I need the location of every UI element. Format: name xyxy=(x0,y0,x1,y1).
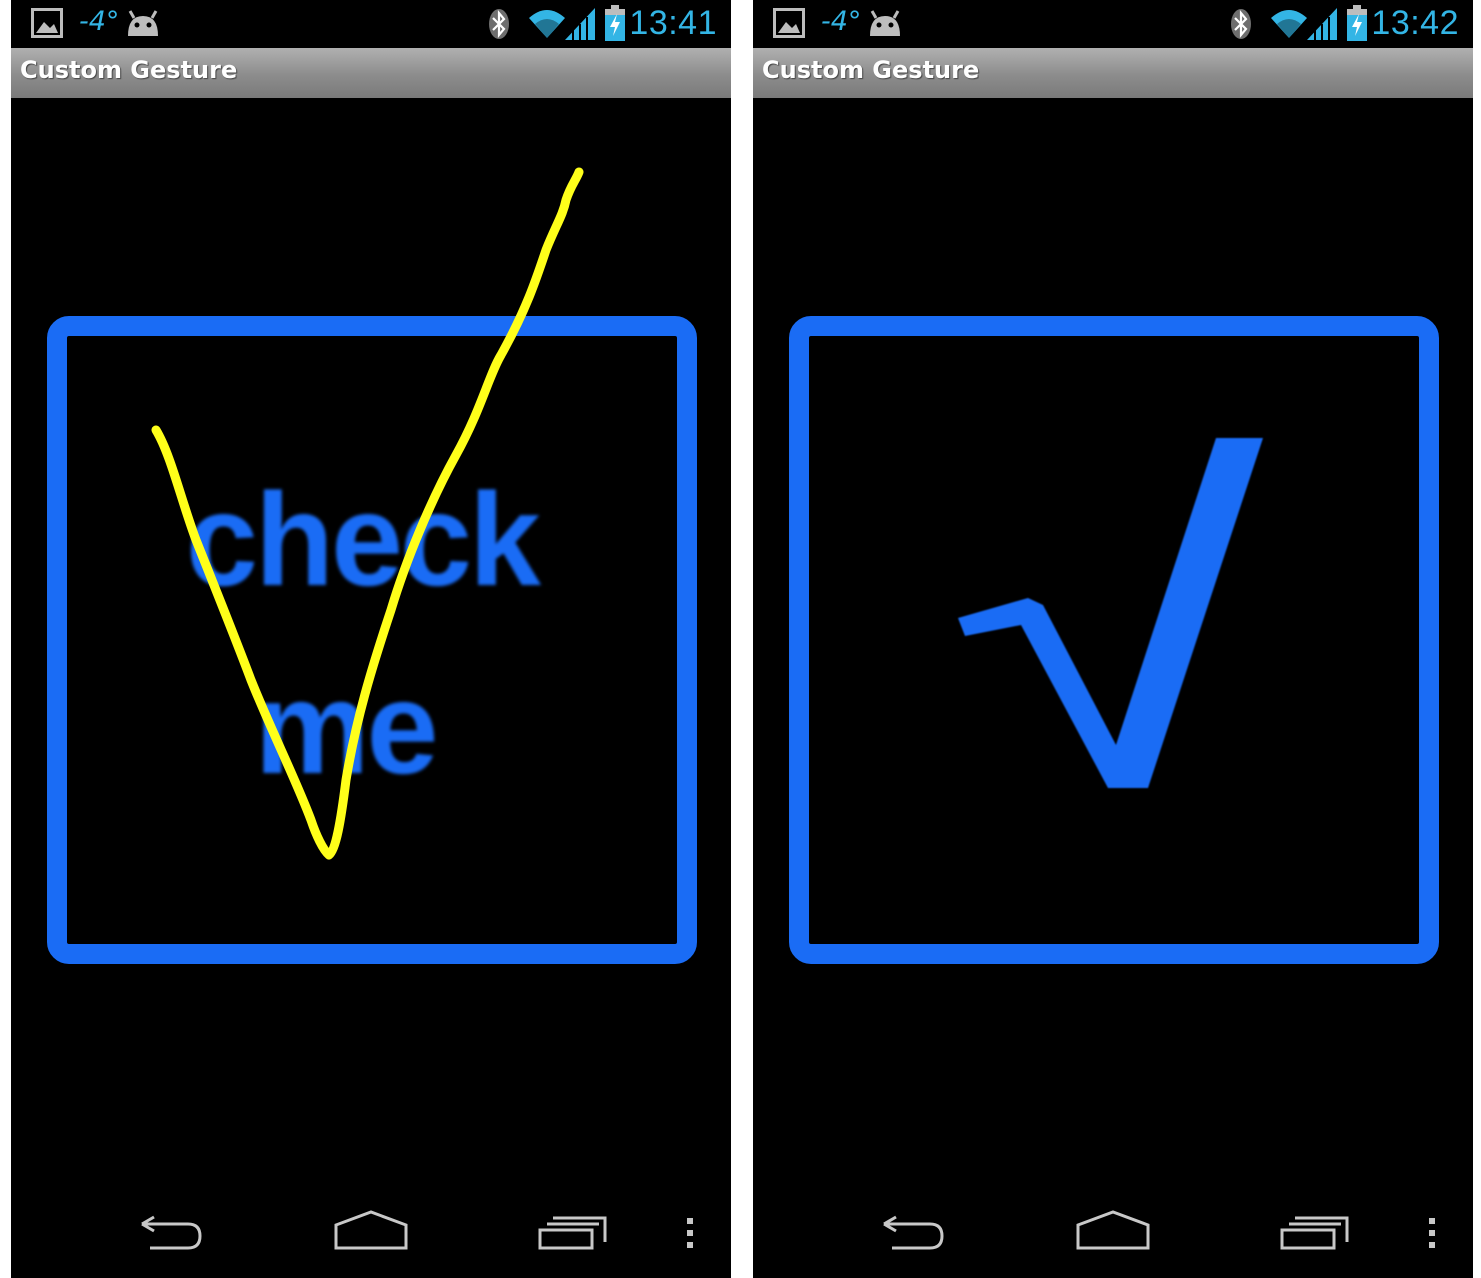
picture-icon xyxy=(31,8,63,42)
phone-screen-after: -4° 13:42 Custom Gesture xyxy=(753,0,1473,1278)
android-icon xyxy=(125,8,161,42)
bluetooth-icon xyxy=(488,8,510,44)
back-icon[interactable] xyxy=(136,1190,206,1278)
phone-screen-before: -4° 13:41 Custom Gesture check me xyxy=(11,0,731,1278)
battery-charging-icon xyxy=(605,5,625,45)
home-icon[interactable] xyxy=(1075,1190,1151,1278)
menu-icon[interactable] xyxy=(1425,1190,1439,1278)
temperature-text: -4° xyxy=(79,6,120,37)
navigation-bar xyxy=(753,1190,1473,1278)
wifi-icon xyxy=(527,6,567,44)
recents-icon[interactable] xyxy=(537,1190,609,1278)
status-bar: -4° xyxy=(11,0,731,48)
gesture-target-box[interactable]: check me xyxy=(47,316,697,964)
box-label-line2: me xyxy=(254,654,438,801)
action-bar: Custom Gesture xyxy=(11,48,731,98)
app-title: Custom Gesture xyxy=(20,56,238,84)
clock-time: 13:41 xyxy=(629,4,717,42)
home-icon[interactable] xyxy=(333,1190,409,1278)
checkmark-icon xyxy=(958,438,1263,788)
signal-icon xyxy=(565,8,595,44)
navigation-bar xyxy=(11,1190,731,1278)
recents-icon[interactable] xyxy=(1279,1190,1351,1278)
back-icon[interactable] xyxy=(878,1190,948,1278)
menu-icon[interactable] xyxy=(683,1190,697,1278)
box-label-line1: check xyxy=(185,466,541,613)
